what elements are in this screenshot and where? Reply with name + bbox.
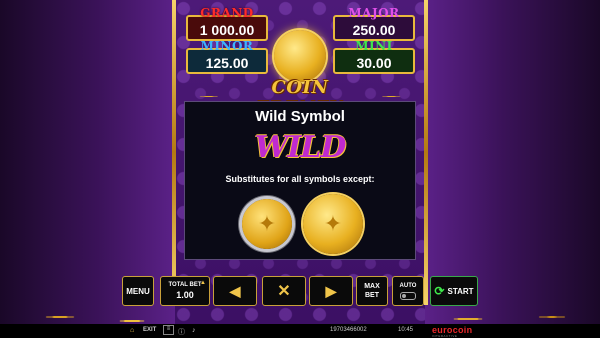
clock: 10:45 — [398, 327, 414, 333]
jackpot-mini-label: MINI — [355, 39, 393, 53]
arrow-right-icon: ▶ — [325, 282, 337, 299]
home-icon[interactable]: ⌂ — [130, 327, 134, 334]
frame-left — [172, 0, 176, 305]
exit-link[interactable]: EXIT — [143, 327, 156, 333]
jackpot-major-label: MAJOR — [348, 6, 400, 20]
logo-coin-icon — [274, 30, 326, 82]
jackpot-grand-label: GRAND — [200, 6, 254, 20]
arrow-left-icon: ◀ — [229, 282, 241, 299]
start-label: START — [447, 286, 474, 296]
jackpot-major-value: 250.00 — [352, 22, 396, 38]
brand-subtitle: INTERACTIVE — [432, 334, 458, 338]
total-bet-label: TOTAL BET — [168, 282, 202, 288]
silver-coin-symbol-icon: ✦ — [242, 199, 292, 249]
session-id: 19703466002 — [330, 327, 367, 333]
gold-coin-symbol-icon: ✦ — [303, 194, 363, 254]
total-bet-selector[interactable]: ▲ TOTAL BET 1.00 — [160, 276, 210, 306]
paytable-description: Substitutes for all symbols except: — [225, 174, 375, 184]
jackpot-minor-label: MINOR — [200, 39, 254, 53]
sound-icon[interactable]: ♪ — [192, 327, 196, 334]
start-button[interactable]: ⟳ START — [430, 276, 478, 306]
jackpot-mini: MINI 30.00 — [333, 39, 415, 74]
settings-icon[interactable]: ≡ — [163, 325, 174, 335]
jackpot-major: MAJOR 250.00 — [333, 6, 415, 41]
paytable-panel: Wild Symbol WILD Substitutes for all sym… — [184, 101, 416, 260]
game-logo: COIN FRENZY — [257, 77, 343, 119]
close-icon: ✕ — [277, 283, 291, 300]
autoplay-label: AUTO — [399, 282, 417, 289]
status-bar: ⌂ EXIT ≡ ⓘ ♪ 19703466002 10:45 eurocoin … — [0, 324, 600, 338]
jackpot-minor-value: 125.00 — [205, 55, 249, 71]
spin-icon: ⟳ — [434, 284, 445, 298]
previous-page-button[interactable]: ◀ — [213, 276, 257, 306]
wild-symbol: WILD — [254, 130, 347, 165]
game-stage: GRAND 1 000.00 MAJOR 250.00 MINOR 125.00… — [0, 0, 600, 338]
frame-right — [424, 0, 428, 305]
menu-button[interactable]: MENU — [122, 276, 154, 306]
jackpot-grand: GRAND 1 000.00 — [186, 6, 268, 41]
bet-up-arrow-icon: ▲ — [200, 280, 206, 286]
autoplay-toggle-icon — [400, 291, 416, 300]
paytable-title: Wild Symbol — [255, 108, 345, 125]
jackpot-mini-value: 30.00 — [356, 55, 392, 71]
total-bet-value: 1.00 — [176, 290, 194, 300]
max-bet-button[interactable]: MAX BET — [356, 276, 388, 306]
autoplay-button[interactable]: AUTO — [392, 276, 424, 306]
jackpot-grand-value: 1 000.00 — [199, 22, 255, 38]
jackpot-minor: MINOR 125.00 — [186, 39, 268, 74]
next-page-button[interactable]: ▶ — [309, 276, 353, 306]
close-paytable-button[interactable]: ✕ — [262, 276, 306, 306]
info-icon[interactable]: ⓘ — [178, 327, 185, 337]
